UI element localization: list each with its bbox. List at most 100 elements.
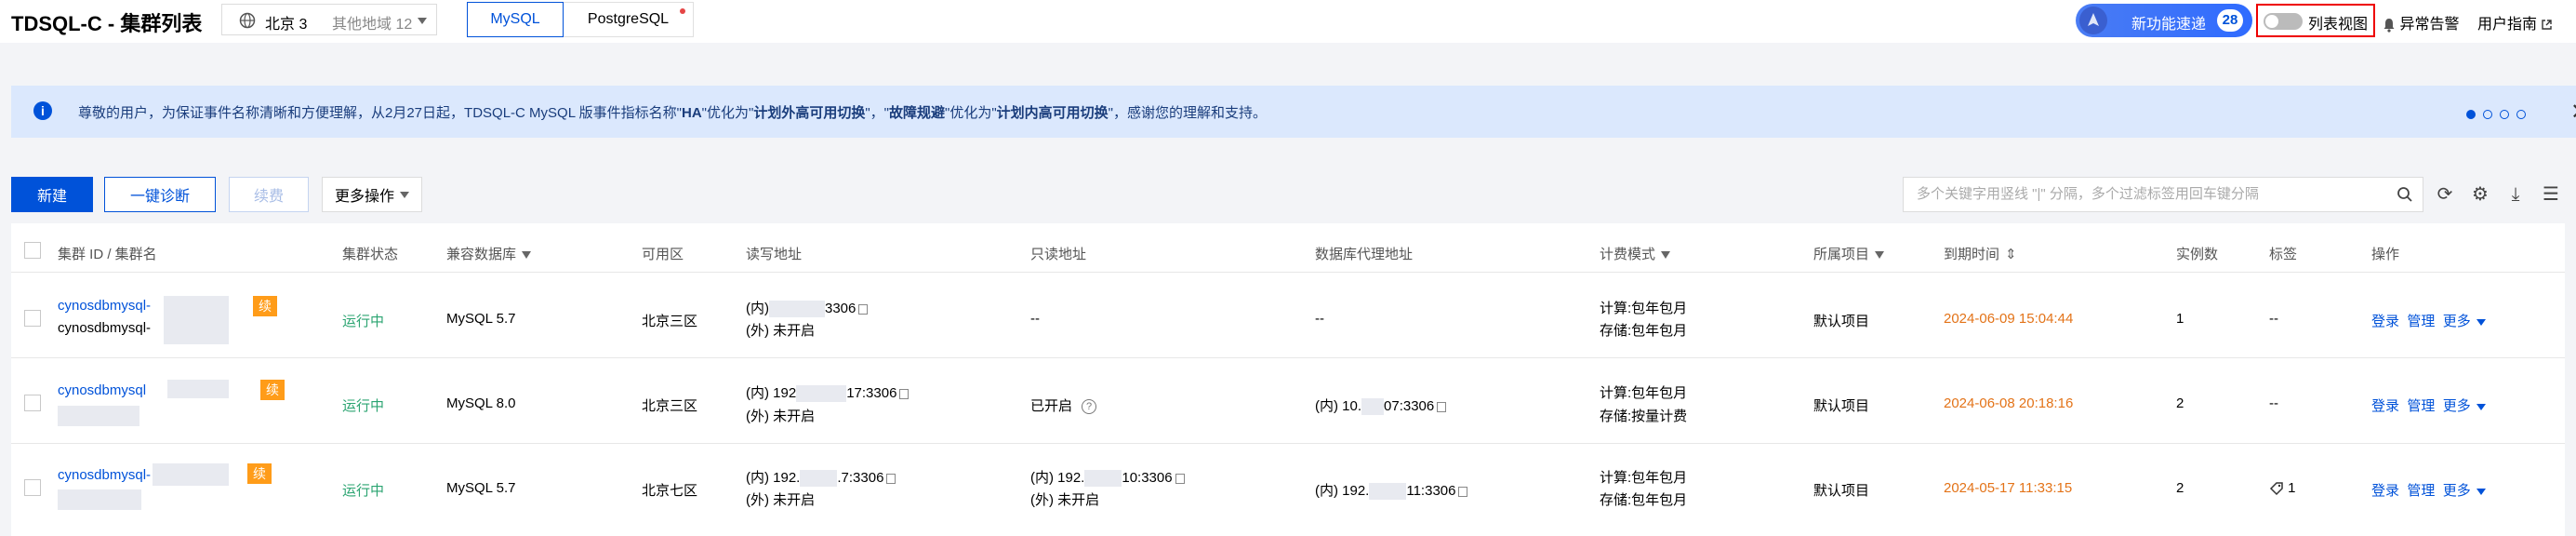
col-tags: 标签 bbox=[2269, 247, 2298, 262]
tags[interactable]: 1 bbox=[2269, 480, 2296, 496]
rocket-icon bbox=[2079, 7, 2107, 34]
copy-icon[interactable] bbox=[1175, 473, 1185, 484]
filter-icon[interactable] bbox=[1875, 251, 1885, 260]
col-project[interactable]: 所属项目 bbox=[1813, 244, 1885, 263]
masked-ip bbox=[1369, 483, 1407, 501]
cluster-id-link[interactable]: cynosdbmysql- bbox=[58, 467, 151, 483]
manage-link[interactable]: 管理 bbox=[2407, 483, 2435, 499]
new-feature-button[interactable]: 新功能速递 28 bbox=[2076, 4, 2252, 37]
masked-id bbox=[153, 463, 229, 486]
copy-icon[interactable] bbox=[899, 388, 910, 399]
help-icon[interactable]: ? bbox=[1082, 399, 1097, 415]
filter-icon[interactable] bbox=[522, 251, 532, 260]
alarm-link[interactable]: 异常告警 bbox=[2383, 11, 2459, 34]
masked-name bbox=[58, 489, 141, 510]
col-status: 集群状态 bbox=[342, 247, 399, 262]
renew-button[interactable]: 续费 bbox=[229, 177, 309, 212]
masked-id bbox=[167, 380, 229, 398]
masked-ip bbox=[1361, 398, 1385, 416]
user-guide-link[interactable]: 用户指南 bbox=[2477, 11, 2553, 34]
row-actions: 登录 管理 更多 bbox=[2371, 395, 2486, 415]
col-proxy-address: 数据库代理地址 bbox=[1315, 247, 1414, 262]
row-checkbox[interactable] bbox=[24, 310, 41, 327]
copy-icon[interactable] bbox=[1437, 401, 1447, 412]
tab-postgresql[interactable]: PostgreSQL bbox=[564, 2, 694, 37]
more-actions-dropdown[interactable]: 更多操作 bbox=[322, 177, 422, 212]
col-zone: 可用区 bbox=[642, 247, 684, 262]
download-icon[interactable]: ⤓ bbox=[2503, 182, 2528, 207]
copy-icon[interactable] bbox=[858, 303, 869, 315]
diagnose-button[interactable]: 一键诊断 bbox=[104, 177, 216, 212]
chevron-down-icon[interactable] bbox=[2476, 488, 2486, 495]
col-billing[interactable]: 计费模式 bbox=[1600, 244, 1671, 263]
cluster-id-link[interactable]: cynosdbmysql- bbox=[58, 298, 151, 314]
status-text: 运行中 bbox=[342, 398, 385, 414]
manage-link[interactable]: 管理 bbox=[2407, 398, 2435, 414]
db-version: MySQL 5.7 bbox=[446, 311, 516, 327]
toggle-knob bbox=[2265, 15, 2278, 28]
tag-icon bbox=[2269, 480, 2284, 496]
billing-compute: 计算:包年包月 bbox=[1600, 470, 1688, 486]
proxy-address: -- bbox=[1315, 311, 1324, 327]
rw-address-outer: (外) 未开启 bbox=[746, 323, 816, 339]
carousel-dot[interactable] bbox=[2500, 110, 2509, 119]
current-region: 北京 3 bbox=[265, 17, 308, 33]
search-icon[interactable] bbox=[2397, 186, 2413, 208]
login-link[interactable]: 登录 bbox=[2371, 483, 2399, 499]
new-feature-count: 28 bbox=[2217, 9, 2243, 32]
col-expire[interactable]: 到期时间 ⇕ bbox=[1944, 244, 2017, 263]
instance-count: 2 bbox=[2176, 480, 2184, 496]
sort-icon[interactable]: ⇕ bbox=[2005, 247, 2017, 262]
more-link[interactable]: 更多 bbox=[2443, 314, 2471, 329]
region-selector[interactable]: 北京 3 其他地域 12 bbox=[221, 4, 437, 35]
tags: -- bbox=[2269, 395, 2278, 411]
search-box[interactable] bbox=[1903, 177, 2423, 212]
list-view-toggle[interactable]: 列表视图 bbox=[2256, 4, 2375, 37]
login-link[interactable]: 登录 bbox=[2371, 398, 2399, 414]
gear-icon[interactable]: ⚙ bbox=[2468, 182, 2492, 207]
col-actions: 操作 bbox=[2371, 247, 2400, 262]
cluster-id-link[interactable]: cynosdbmysql bbox=[58, 382, 146, 398]
carousel-dot[interactable] bbox=[2483, 110, 2492, 119]
carousel-dot[interactable] bbox=[2466, 110, 2476, 119]
col-db[interactable]: 兼容数据库 bbox=[446, 244, 532, 263]
row-checkbox[interactable] bbox=[24, 479, 41, 496]
tab-mysql[interactable]: MySQL bbox=[467, 2, 564, 37]
refresh-icon[interactable]: ⟳ bbox=[2433, 182, 2457, 207]
more-link[interactable]: 更多 bbox=[2443, 398, 2471, 414]
more-actions-label: 更多操作 bbox=[334, 189, 394, 205]
masked-ip bbox=[1084, 470, 1122, 488]
col-ro-address: 只读地址 bbox=[1030, 247, 1087, 262]
toggle-switch[interactable] bbox=[2264, 13, 2303, 30]
new-button[interactable]: 新建 bbox=[11, 177, 93, 212]
copy-icon[interactable] bbox=[886, 473, 896, 484]
expire-time: 2024-05-17 11:33:15 bbox=[1944, 480, 2073, 496]
masked-ip bbox=[796, 385, 847, 403]
search-input[interactable] bbox=[1915, 185, 2383, 203]
chevron-down-icon[interactable] bbox=[2476, 403, 2486, 410]
masked-id bbox=[164, 296, 229, 344]
filter-icon[interactable] bbox=[1661, 251, 1671, 260]
user-guide-label: 用户指南 bbox=[2477, 17, 2538, 33]
instance-count: 2 bbox=[2176, 395, 2184, 411]
select-all-checkbox[interactable] bbox=[24, 242, 41, 259]
row-checkbox[interactable] bbox=[24, 395, 41, 411]
row-actions: 登录 管理 更多 bbox=[2371, 480, 2486, 500]
divider bbox=[11, 443, 2565, 444]
instance-count: 1 bbox=[2176, 311, 2184, 327]
rw-address-inner: (内) 192 17:3306 bbox=[746, 382, 910, 403]
menu-icon[interactable]: ☰ bbox=[2539, 182, 2563, 207]
rw-address-inner: (内) 192. .7:3306 bbox=[746, 467, 896, 488]
rw-address-inner: (内) 3306 bbox=[746, 298, 869, 318]
copy-icon[interactable] bbox=[1458, 486, 1468, 497]
tab-postgresql-label: PostgreSQL bbox=[587, 11, 670, 27]
login-link[interactable]: 登录 bbox=[2371, 314, 2399, 329]
new-feature-label: 新功能速递 bbox=[2131, 17, 2207, 33]
more-link[interactable]: 更多 bbox=[2443, 483, 2471, 499]
ro-address: 已开启? bbox=[1030, 395, 1097, 415]
close-icon[interactable]: ✕ bbox=[2570, 99, 2576, 126]
billing-compute: 计算:包年包月 bbox=[1600, 301, 1688, 316]
chevron-down-icon[interactable] bbox=[2476, 318, 2486, 326]
manage-link[interactable]: 管理 bbox=[2407, 314, 2435, 329]
carousel-dot[interactable] bbox=[2516, 110, 2526, 119]
